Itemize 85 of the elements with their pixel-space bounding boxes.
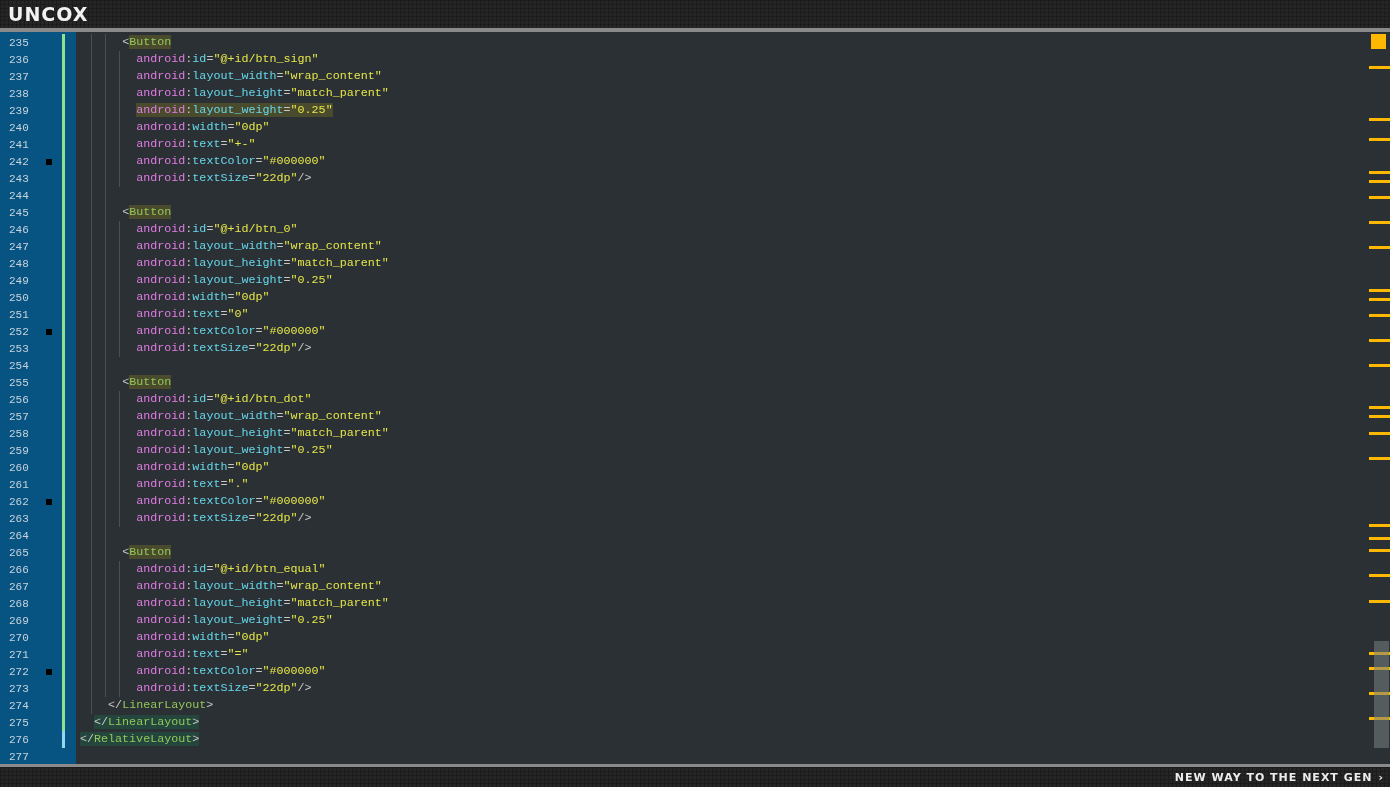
code-line: </LinearLayout>: [108, 697, 214, 714]
logo: UNCOX: [8, 3, 89, 25]
line-number: 263: [9, 512, 30, 525]
code-line: <Button: [122, 34, 172, 51]
line-number: 271: [9, 648, 30, 661]
line-number: 270: [9, 631, 30, 644]
line-number: 243: [9, 172, 30, 185]
line-number: 258: [9, 427, 30, 440]
line-number: 256: [9, 393, 30, 406]
line-number: 272: [9, 665, 30, 678]
line-number: 266: [9, 563, 30, 576]
line-number: 254: [9, 359, 30, 372]
line-number: 252: [9, 325, 30, 338]
code-line: android:layout_height="match_parent": [136, 85, 389, 102]
line-number: 237: [9, 70, 30, 83]
code-line: android:width="0dp": [136, 119, 270, 136]
code-line: android:textSize="22dp"/>: [136, 680, 312, 697]
line-number: 274: [9, 699, 30, 712]
line-number: 240: [9, 121, 30, 134]
line-number: 244: [9, 189, 30, 202]
chevron-icon: ›: [1378, 770, 1384, 784]
code-line: android:id="@+id/btn_sign": [136, 51, 319, 68]
line-number: 246: [9, 223, 30, 236]
line-number: 238: [9, 87, 30, 100]
line-number: 273: [9, 682, 30, 695]
code-line: android:layout_weight="0.25": [136, 102, 333, 119]
line-number: 267: [9, 580, 30, 593]
code-line: android:layout_weight="0.25": [136, 272, 333, 289]
line-number: 251: [9, 308, 30, 321]
line-number: 247: [9, 240, 30, 253]
line-number: 255: [9, 376, 30, 389]
line-number: 242: [9, 155, 30, 168]
line-number: 253: [9, 342, 30, 355]
line-number: 245: [9, 206, 30, 219]
line-number: 239: [9, 104, 30, 117]
code-line: android:layout_width="wrap_content": [136, 578, 382, 595]
code-line: android:text="+-": [136, 136, 256, 153]
line-number: 249: [9, 274, 30, 287]
code-line: android:text="=": [136, 646, 249, 663]
code-line: <Button: [122, 544, 172, 561]
code-line: android:id="@+id/btn_0": [136, 221, 298, 238]
code-line: </LinearLayout>: [94, 714, 200, 731]
code-line: android:text="0": [136, 306, 249, 323]
code-line: android:layout_weight="0.25": [136, 612, 333, 629]
code-line: android:layout_height="match_parent": [136, 255, 389, 272]
line-number: 277: [9, 750, 30, 763]
code-line: android:text=".": [136, 476, 249, 493]
code-line: android:width="0dp": [136, 459, 270, 476]
code-line: android:width="0dp": [136, 289, 270, 306]
line-number: 265: [9, 546, 30, 559]
slogan: NEW WAY TO THE NEXT GEN: [1174, 770, 1373, 784]
line-number: 250: [9, 291, 30, 304]
line-number: 236: [9, 53, 30, 66]
code-line: android:width="0dp": [136, 629, 270, 646]
code-line: android:textColor="#000000": [136, 663, 326, 680]
code-line: android:id="@+id/btn_equal": [136, 561, 326, 578]
line-number: 260: [9, 461, 30, 474]
code-line: android:textColor="#000000": [136, 323, 326, 340]
code-line: android:layout_height="match_parent": [136, 595, 389, 612]
code-line: android:layout_weight="0.25": [136, 442, 333, 459]
line-number: 275: [9, 716, 30, 729]
code-line: </RelativeLayout>: [80, 731, 200, 748]
code-line: android:textColor="#000000": [136, 493, 326, 510]
code-line: android:layout_width="wrap_content": [136, 238, 382, 255]
code-line: android:layout_width="wrap_content": [136, 408, 382, 425]
code-line: android:layout_width="wrap_content": [136, 68, 382, 85]
code-line: <Button: [122, 204, 172, 221]
line-number: 268: [9, 597, 30, 610]
line-number: 241: [9, 138, 30, 151]
code-line: <Button: [122, 374, 172, 391]
line-number: 257: [9, 410, 30, 423]
line-number: 269: [9, 614, 30, 627]
line-number: 261: [9, 478, 30, 491]
code-line: android:textSize="22dp"/>: [136, 170, 312, 187]
line-number: 248: [9, 257, 30, 270]
line-number: 262: [9, 495, 30, 508]
code-line: android:layout_height="match_parent": [136, 425, 389, 442]
code-line: android:textSize="22dp"/>: [136, 510, 312, 527]
code-line: android:id="@+id/btn_dot": [136, 391, 312, 408]
code-line: android:textSize="22dp"/>: [136, 340, 312, 357]
line-number: 264: [9, 529, 30, 542]
line-number: 235: [9, 36, 30, 49]
line-number: 259: [9, 444, 30, 457]
code-line: android:textColor="#000000": [136, 153, 326, 170]
line-number: 276: [9, 733, 30, 746]
